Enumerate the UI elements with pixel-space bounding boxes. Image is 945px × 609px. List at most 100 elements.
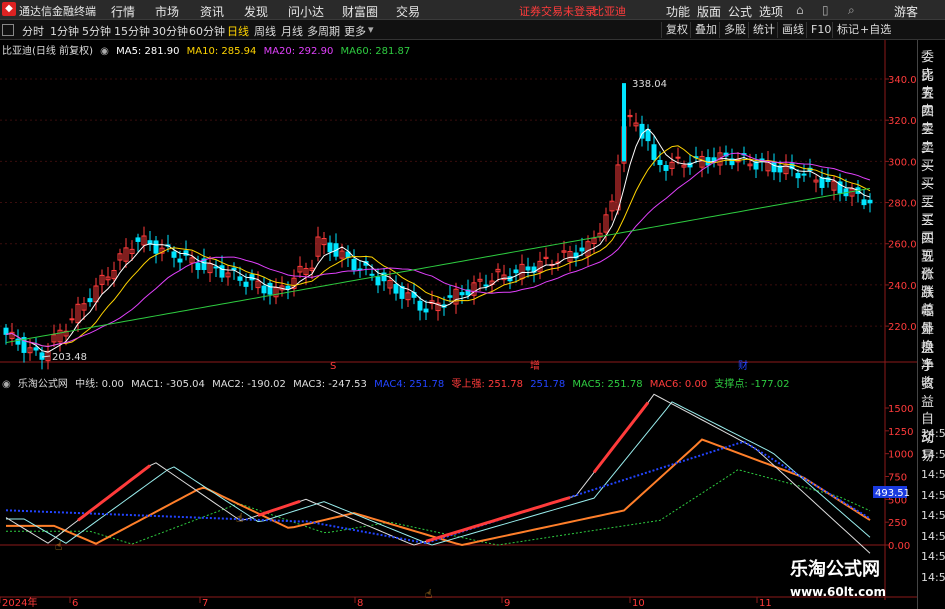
time-tick-label: 9	[504, 598, 510, 609]
candle-body	[753, 161, 759, 170]
mac6-label: MAC6: 0.00	[649, 379, 708, 390]
hand-marker-icon: ☝	[236, 511, 243, 525]
candle-body	[663, 164, 669, 171]
candle-body	[867, 199, 873, 204]
strong-segment	[425, 496, 571, 543]
quote-side-panel: 委比 卖五 卖四 卖三 卖二 卖一 买一 买二 买三 买四 买五 现价 涨跌 涨幅 总量 外盘 换手 净资 收益 自动…	[917, 40, 945, 609]
candle-body	[447, 295, 453, 298]
sub-tick-label: 1250	[888, 427, 913, 438]
time-tick-label: 11	[759, 598, 772, 609]
candle-body	[195, 262, 201, 271]
candle-body	[819, 177, 825, 188]
mac1-line	[5, 393, 871, 554]
low-price-label: 203.48	[52, 352, 87, 363]
time-tick-label: 6	[72, 598, 78, 609]
ma5-label: MA5: 281.90	[116, 46, 180, 57]
candle-body	[645, 128, 651, 142]
spike-candle	[622, 83, 626, 162]
candle-body	[3, 327, 9, 335]
sub-tick-label: 750	[888, 473, 907, 484]
candle-body	[525, 266, 531, 271]
event-marker-cai: 财	[738, 359, 748, 372]
settings-icon[interactable]: ◉	[2, 379, 11, 390]
strong-segment	[257, 499, 301, 517]
candle-body	[135, 237, 141, 242]
candle-body	[351, 258, 357, 271]
side-time: 14:56	[921, 550, 945, 563]
zero-strong-label: 零上强: 251.78	[451, 379, 523, 390]
candle-body	[771, 161, 777, 173]
side-time: 14:56	[921, 570, 945, 584]
mac3-label: MAC3: -247.53	[293, 379, 367, 390]
sub-legend: ◉ 乐淘公式网 中线: 0.00 MAC1: -305.04 MAC2: -19…	[2, 375, 794, 390]
candle-body	[243, 281, 249, 287]
candle-body	[213, 266, 219, 269]
candle-body	[423, 308, 429, 313]
candle-body	[87, 298, 93, 303]
candle-body	[153, 240, 159, 254]
side-time: 14:56	[921, 447, 945, 461]
watermark-title: 乐淘公式网	[790, 559, 880, 580]
candle-body	[417, 300, 423, 311]
center-line-label: 中线: 0.00	[75, 379, 124, 390]
high-price-label: 338.04	[632, 79, 667, 90]
sub-tick-label: 1500	[888, 404, 913, 415]
candle-body	[39, 352, 45, 360]
candle-body	[459, 292, 465, 296]
strong-segment	[77, 464, 151, 522]
price-tick-label: 300.0	[888, 157, 917, 168]
candle-body	[261, 285, 267, 294]
candle-body	[861, 199, 867, 206]
watermark-url: www.60lt.com	[790, 585, 887, 599]
candle-body	[69, 318, 75, 321]
price-tick-label: 280.0	[888, 199, 917, 210]
stock-title: 比亚迪(日线 前复权)	[2, 46, 93, 57]
candle-body	[801, 173, 807, 176]
candle-body	[237, 276, 243, 281]
candle-body	[267, 282, 273, 295]
kline-chart[interactable]: 340.0 320.0 300.0 280.0 260.0 240.0 220.0 1500 1…	[0, 0, 945, 609]
candle-body	[177, 258, 183, 263]
candle-body	[369, 273, 375, 276]
time-tick-label: 2024年	[2, 596, 37, 609]
candle-body	[651, 144, 657, 160]
price-tick-label: 240.0	[888, 281, 917, 292]
candle-body	[231, 267, 237, 271]
sub-tick-label: 0.00	[888, 541, 910, 552]
indicator-title: 乐淘公式网	[17, 379, 68, 390]
settings-icon[interactable]: ◉	[100, 46, 109, 57]
candle-body	[795, 172, 801, 179]
hand-marker-icon: ☝	[425, 587, 432, 601]
candle-body	[171, 251, 177, 258]
mac3-line	[6, 438, 871, 547]
mac5-value: 251.78	[530, 379, 566, 390]
time-tick-label: 7	[202, 598, 208, 609]
hand-marker-icon: ☝	[55, 539, 62, 553]
candle-body	[579, 247, 585, 252]
strong-segment	[592, 401, 650, 474]
support-line	[6, 469, 871, 546]
sub-tick-label: 1000	[888, 450, 913, 461]
candle-body	[219, 265, 225, 278]
mac4-label: MAC4: 251.78	[374, 379, 445, 390]
main-legend: 比亚迪(日线 前复权) ◉ MA5: 281.90 MA10: 285.94 M…	[2, 42, 414, 57]
mac5-label: MAC5: 251.78	[572, 379, 643, 390]
candle-body	[483, 284, 489, 287]
candle-body	[657, 159, 663, 166]
side-time: 14:56	[921, 488, 945, 502]
price-tick-label: 260.0	[888, 240, 917, 251]
ma10-label: MA10: 285.94	[186, 46, 257, 57]
price-tick-label: 340.0	[888, 75, 917, 86]
side-time: 14:56	[921, 509, 945, 522]
sub-tick-label: 250	[888, 518, 907, 529]
event-marker-zeng: 增	[530, 359, 540, 372]
side-time: 14:56	[921, 529, 945, 543]
candle-body	[33, 347, 39, 351]
time-tick-label: 8	[357, 598, 363, 609]
mac1-label: MAC1: -305.04	[131, 379, 205, 390]
ma20-label: MA20: 292.90	[263, 46, 334, 57]
candle-body	[675, 156, 681, 159]
candle-body	[375, 276, 381, 286]
side-item[interactable]: 收益	[921, 372, 945, 410]
ma60-label: MA60: 281.87	[340, 46, 411, 57]
